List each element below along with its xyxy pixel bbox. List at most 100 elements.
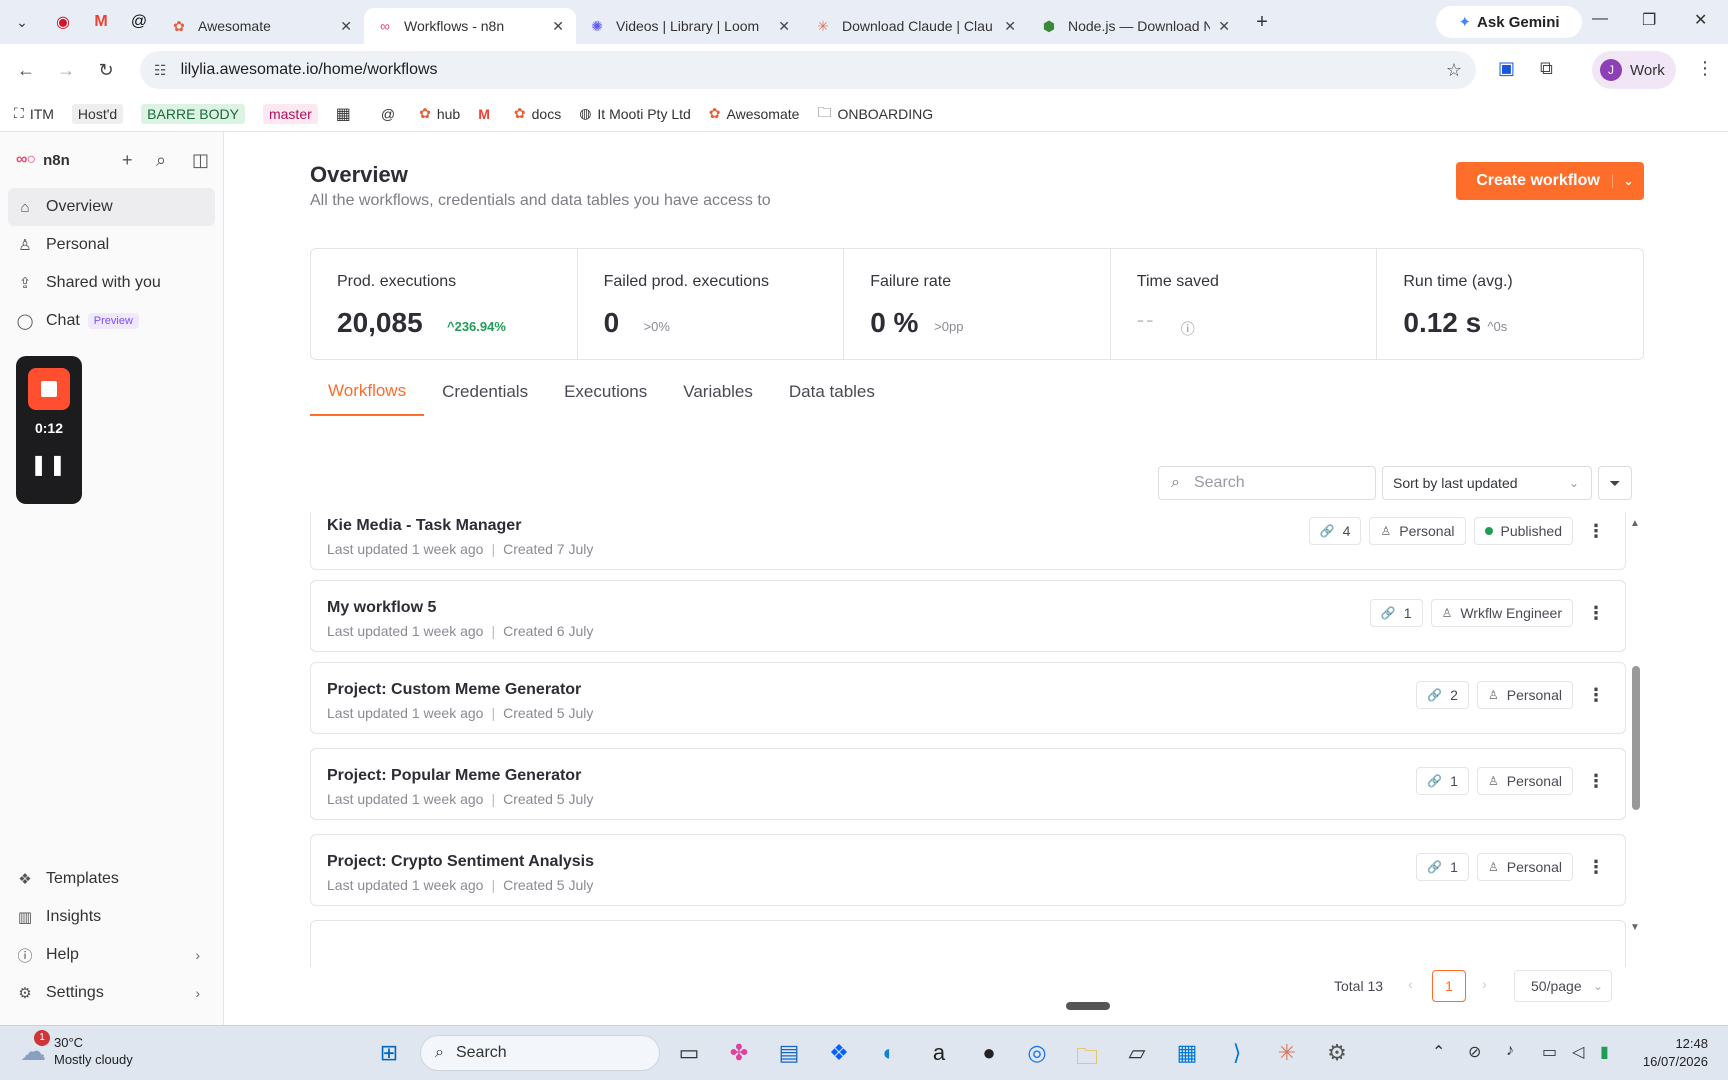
- taskbar-search[interactable]: ⌕ Search: [420, 1035, 660, 1071]
- microphone-icon[interactable]: ♪: [1506, 1042, 1514, 1060]
- reload-button[interactable]: ↻: [86, 60, 126, 81]
- workflow-name[interactable]: Project: Crypto Sentiment Analysis: [327, 853, 594, 871]
- apps-grid-icon[interactable]: ▦: [336, 104, 357, 124]
- minimize-icon[interactable]: —: [1592, 10, 1608, 28]
- owner-chip[interactable]: ♙ Personal: [1369, 517, 1466, 545]
- system-clock[interactable]: 12:48 16/07/2026: [1636, 1035, 1708, 1071]
- next-page-icon[interactable]: ›: [1482, 976, 1487, 992]
- pinned-tab-threads[interactable]: @: [120, 6, 158, 38]
- more-options-icon[interactable]: ⋮: [1583, 857, 1609, 878]
- owner-chip[interactable]: ♙ Personal: [1476, 853, 1573, 881]
- workflow-name[interactable]: Project: Popular Meme Generator: [327, 767, 581, 785]
- vscode-icon[interactable]: ⟩: [1222, 1040, 1252, 1066]
- page-number-button[interactable]: 1: [1432, 970, 1466, 1002]
- workflow-name[interactable]: My workflow 5: [327, 599, 436, 617]
- workflow-card[interactable]: Kie Media - Task Manager Last updated 1 …: [310, 512, 1626, 570]
- tab-loom[interactable]: ✺ Videos | Library | Loom ✕: [576, 8, 802, 44]
- tab-variables[interactable]: Variables: [665, 368, 771, 416]
- more-options-icon[interactable]: ⋮: [1583, 603, 1609, 624]
- horizontal-scrollbar-thumb[interactable]: [1066, 1002, 1110, 1010]
- scroll-up-icon[interactable]: ▲: [1630, 518, 1640, 529]
- add-icon[interactable]: +: [122, 150, 133, 171]
- link-count-chip[interactable]: 🔗 1: [1369, 599, 1423, 627]
- threads-bookmark-icon[interactable]: @: [381, 106, 401, 122]
- new-tab-button[interactable]: +: [1242, 11, 1282, 34]
- search-input[interactable]: ⌕ Search: [1158, 466, 1376, 500]
- link-count-chip[interactable]: 🔗 1: [1416, 767, 1469, 795]
- bookmark-onboarding[interactable]: 🗀 ONBOARDING: [817, 102, 933, 126]
- amazon-icon[interactable]: a: [924, 1040, 954, 1066]
- start-icon[interactable]: ⊞: [374, 1040, 404, 1066]
- link-count-chip[interactable]: 🔗 1: [1416, 853, 1469, 881]
- stat-run-time[interactable]: Run time (avg.) 0.12 s ^0s: [1377, 249, 1643, 359]
- more-options-icon[interactable]: ⋮: [1583, 685, 1609, 706]
- battery-icon[interactable]: ▮: [1600, 1042, 1609, 1062]
- edge-icon[interactable]: ◐: [874, 1040, 904, 1066]
- more-options-icon[interactable]: ⋮: [1583, 771, 1609, 792]
- volume-icon[interactable]: ◁: [1572, 1042, 1584, 1062]
- workflow-card[interactable]: [310, 920, 1626, 967]
- task-view-icon[interactable]: ▭: [674, 1040, 704, 1066]
- close-icon[interactable]: ✕: [1218, 18, 1230, 35]
- workflow-card[interactable]: Project: Popular Meme Generator Last upd…: [310, 748, 1626, 820]
- sticky-notes-icon[interactable]: ▱: [1122, 1040, 1152, 1066]
- pinned-tab-record[interactable]: ◉: [44, 6, 82, 38]
- sidebar-item-help[interactable]: ⓘ Help ›: [8, 936, 216, 974]
- sidebar-item-chat[interactable]: ◯ Chat Preview: [8, 302, 215, 340]
- owner-chip[interactable]: ♙ Wrkflw Engineer: [1430, 599, 1573, 627]
- notepad-icon[interactable]: ▦: [1172, 1040, 1202, 1066]
- owner-chip[interactable]: ♙ Personal: [1476, 767, 1573, 795]
- tab-workflows[interactable]: Workflows: [310, 368, 425, 416]
- weather-widget[interactable]: ☁ 1 30°C Mostly cloudy: [20, 1029, 133, 1068]
- scrollbar-thumb[interactable]: [1632, 666, 1640, 810]
- url-field[interactable]: ☷ lilylia.awesomate.io/home/workflows ☆: [140, 51, 1476, 89]
- gmail-bookmark-icon[interactable]: M: [478, 106, 496, 122]
- prev-page-icon[interactable]: ‹: [1408, 976, 1413, 992]
- dropbox-icon[interactable]: ❖: [824, 1040, 854, 1066]
- claude-icon[interactable]: ✳: [1272, 1040, 1302, 1066]
- copilot-icon[interactable]: ✤: [724, 1040, 754, 1066]
- chrome-icon[interactable]: ◎: [1022, 1040, 1052, 1066]
- info-icon[interactable]: ⓘ: [1181, 319, 1195, 339]
- workflow-name[interactable]: Kie Media - Task Manager: [327, 517, 521, 535]
- filter-button[interactable]: ⏷: [1598, 466, 1632, 500]
- display-icon[interactable]: ▭: [1542, 1042, 1557, 1062]
- workflow-card[interactable]: Project: Crypto Sentiment Analysis Last …: [310, 834, 1626, 906]
- bookmark-it-mooti[interactable]: ◍ It Mooti Pty Ltd: [579, 105, 691, 122]
- network-off-icon[interactable]: ⊘: [1468, 1042, 1481, 1062]
- list-scrollbar[interactable]: ▲ ▼: [1630, 518, 1642, 938]
- stop-recording-button[interactable]: [28, 368, 70, 410]
- stat-time-saved[interactable]: Time saved -- ⓘ: [1111, 249, 1378, 359]
- tab-credentials[interactable]: Credentials: [424, 368, 546, 416]
- extension-icon[interactable]: ▣: [1498, 58, 1515, 79]
- store-icon[interactable]: ▤: [774, 1040, 804, 1066]
- link-count-chip[interactable]: 🔗 2: [1416, 681, 1469, 709]
- create-workflow-button[interactable]: Create workflow ⌄: [1456, 162, 1644, 200]
- close-icon[interactable]: ✕: [1004, 18, 1016, 35]
- workflow-card[interactable]: Project: Custom Meme Generator Last upda…: [310, 662, 1626, 734]
- tab-awesomate[interactable]: ✿ Awesomate ✕: [158, 8, 364, 44]
- tab-nodejs[interactable]: ⬢ Node.js — Download N ✕: [1028, 8, 1242, 44]
- scroll-down-icon[interactable]: ▼: [1630, 922, 1640, 933]
- sidebar-item-shared[interactable]: ⇪ Shared with you: [8, 264, 215, 302]
- back-button[interactable]: ←: [6, 60, 46, 81]
- stat-failure-rate[interactable]: Failure rate 0 % >0pp: [844, 249, 1111, 359]
- more-options-icon[interactable]: ⋮: [1583, 521, 1609, 542]
- close-icon[interactable]: ✕: [778, 18, 790, 35]
- pinned-tab-gmail[interactable]: M: [82, 6, 120, 38]
- bookmark-docs[interactable]: ✿ docs: [514, 105, 561, 122]
- sidebar-item-personal[interactable]: ♙ Personal: [8, 226, 215, 264]
- bookmark-awesomate[interactable]: ✿ Awesomate: [709, 105, 800, 122]
- restore-icon[interactable]: ❐: [1642, 10, 1656, 30]
- tab-claude[interactable]: ✳ Download Claude | Clau ✕: [802, 8, 1028, 44]
- link-count-chip[interactable]: 🔗 4: [1308, 517, 1362, 545]
- file-explorer-icon[interactable]: 🗀: [1072, 1040, 1102, 1078]
- sidebar-item-templates[interactable]: ❖ Templates: [8, 860, 216, 898]
- window-close-icon[interactable]: ✕: [1694, 10, 1707, 30]
- chevron-up-icon[interactable]: ⌃: [1432, 1042, 1445, 1062]
- close-icon[interactable]: ✕: [552, 18, 564, 35]
- close-icon[interactable]: ✕: [340, 18, 352, 35]
- workflow-name[interactable]: Project: Custom Meme Generator: [327, 681, 581, 699]
- bookmark-master[interactable]: master: [262, 103, 318, 124]
- sidebar-item-insights[interactable]: ▥ Insights: [8, 898, 216, 936]
